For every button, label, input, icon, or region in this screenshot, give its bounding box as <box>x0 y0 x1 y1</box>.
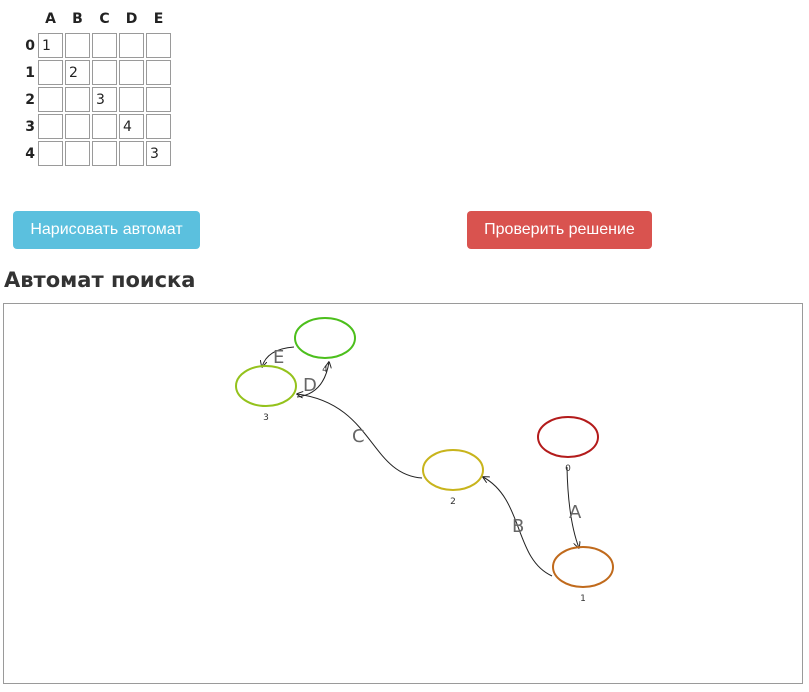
cell-input[interactable] <box>146 114 171 139</box>
state-node-0[interactable] <box>537 416 599 458</box>
automaton-canvas[interactable]: A B C D E 0 1 2 3 4 <box>3 303 803 684</box>
cell-input[interactable] <box>119 114 144 139</box>
column-header: D <box>125 11 138 27</box>
row-header: 4 <box>25 145 35 162</box>
edge-label: D <box>303 375 317 396</box>
edge-label: B <box>512 516 524 537</box>
cell-input[interactable] <box>146 33 171 58</box>
cell-input[interactable] <box>146 60 171 85</box>
table-row: 4 <box>20 141 171 166</box>
edge-label: E <box>273 347 284 368</box>
edge-label: A <box>569 502 582 523</box>
column-header: B <box>72 11 83 27</box>
cell-input[interactable] <box>65 114 90 139</box>
cell-input[interactable] <box>92 87 117 112</box>
corner-cell <box>20 7 36 31</box>
column-header: A <box>45 11 56 27</box>
row-header: 2 <box>25 91 35 108</box>
cell-input[interactable] <box>38 60 63 85</box>
cell-input[interactable] <box>38 114 63 139</box>
state-label: 4 <box>322 365 328 375</box>
state-node-1[interactable] <box>552 546 614 588</box>
cell-input[interactable] <box>146 87 171 112</box>
cell-input[interactable] <box>38 87 63 112</box>
cell-input[interactable] <box>92 114 117 139</box>
section-title: Автомат поиска <box>4 268 196 292</box>
state-node-3[interactable] <box>235 365 297 407</box>
state-label: 3 <box>263 413 269 423</box>
cell-input[interactable] <box>65 33 90 58</box>
cell-input[interactable] <box>65 87 90 112</box>
cell-input[interactable] <box>146 141 171 166</box>
cell-input[interactable] <box>119 33 144 58</box>
cell-input[interactable] <box>119 141 144 166</box>
column-header: C <box>99 11 110 27</box>
table-header-row: A B C D E <box>20 7 171 31</box>
state-label: 1 <box>580 594 586 604</box>
page: A B C D E 0 1 1 2 2 3 3 4 4 3 Нарисовать… <box>0 0 809 692</box>
cell-input[interactable] <box>38 33 63 58</box>
cell-input[interactable] <box>92 141 117 166</box>
cell-input[interactable] <box>65 60 90 85</box>
edge-label: C <box>352 426 365 447</box>
automaton-graph: A B C D E 0 1 2 3 4 <box>235 317 614 604</box>
state-node-4[interactable] <box>294 317 356 359</box>
cell-input[interactable] <box>65 141 90 166</box>
cell-input[interactable] <box>119 87 144 112</box>
draw-automaton-button[interactable]: Нарисовать автомат <box>13 211 200 249</box>
table-row: 0 <box>20 33 171 58</box>
state-node-2[interactable] <box>422 449 484 491</box>
table-row: 1 <box>20 60 171 85</box>
cell-input[interactable] <box>119 60 144 85</box>
row-header: 0 <box>25 37 35 54</box>
row-header: 3 <box>25 118 35 135</box>
transition-table: A B C D E 0 1 1 2 2 3 3 4 4 3 <box>18 5 173 168</box>
state-label: 2 <box>450 497 456 507</box>
state-label: 0 <box>565 464 571 474</box>
cell-input[interactable] <box>92 33 117 58</box>
column-header: E <box>153 11 164 27</box>
cell-input[interactable] <box>92 60 117 85</box>
check-solution-button[interactable]: Проверить решение <box>467 211 652 249</box>
cell-input[interactable] <box>38 141 63 166</box>
row-header: 1 <box>25 64 35 81</box>
table-row: 3 <box>20 114 171 139</box>
table-row: 2 <box>20 87 171 112</box>
